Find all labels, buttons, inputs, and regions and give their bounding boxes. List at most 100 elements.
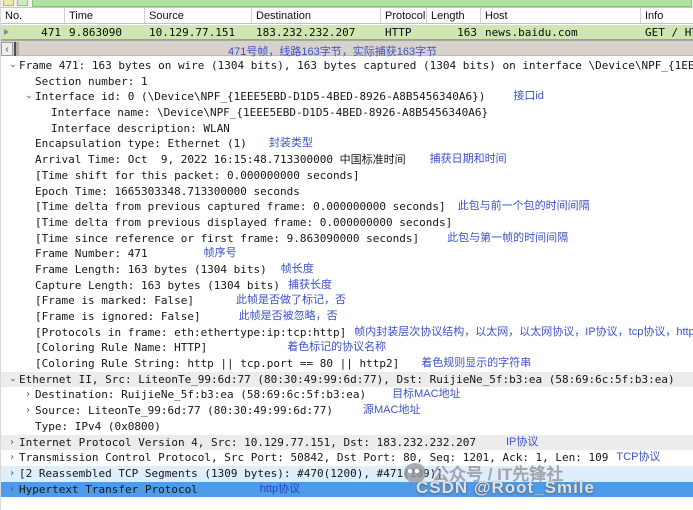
chinese-annotation: 此帧是否被忽略，否 <box>239 309 338 325</box>
filter-history-button[interactable] <box>17 0 28 6</box>
packet-cell-host: news.baidu.com <box>481 25 641 39</box>
detail-text: Destination: RuijieNe_5f:b3:ea (58:69:6c… <box>35 387 366 403</box>
detail-text: [Frame is marked: False] <box>35 293 194 309</box>
chevron-right-icon[interactable]: › <box>5 450 19 466</box>
packet-list-row-471[interactable]: 4719.86309010.129.77.151183.232.232.207H… <box>1 25 693 40</box>
selected-packet-marker-icon <box>4 29 9 35</box>
chinese-annotation: 接口id <box>513 89 544 105</box>
detail-row[interactable]: Arrival Time: Oct 9, 2022 16:15:48.71330… <box>1 152 693 168</box>
chevron-right-icon[interactable]: › <box>21 387 35 403</box>
detail-row[interactable]: Section number: 1 <box>1 74 693 90</box>
chinese-annotation: 封装类型 <box>269 136 313 152</box>
chevron-down-icon[interactable]: › <box>4 373 20 387</box>
scrollbar-thumb[interactable] <box>14 42 19 56</box>
chevron-down-icon[interactable]: › <box>20 90 36 104</box>
chevron-right-icon[interactable]: › <box>5 482 19 498</box>
detail-text: Ethernet II, Src: LiteonTe_99:6d:77 (80:… <box>19 372 675 388</box>
chevron-down-icon[interactable]: › <box>4 59 20 73</box>
detail-text: [Coloring Rule String: http || tcp.port … <box>35 356 399 372</box>
detail-text: Encapsulation type: Ethernet (1) <box>35 136 247 152</box>
packet-cell-no: 471 <box>1 25 65 39</box>
chinese-annotation: 此包与前一个包的时间间隔 <box>458 199 590 215</box>
detail-text: Hypertext Transfer Protocol <box>19 482 198 498</box>
detail-row[interactable]: [Coloring Rule String: http || tcp.port … <box>1 356 693 372</box>
packet-cell-length: 163 <box>427 25 481 39</box>
detail-row[interactable]: ›Interface id: 0 (\Device\NPF_{1EEE5EBD-… <box>1 89 693 105</box>
column-header-time[interactable]: Time <box>65 8 145 23</box>
detail-text: Frame 471: 163 bytes on wire (1304 bits)… <box>19 58 693 74</box>
chinese-annotation: 帧序号 <box>204 246 237 262</box>
filter-bookmark-button[interactable] <box>3 0 14 6</box>
display-filter-input[interactable] <box>32 0 692 7</box>
detail-text: [Frame is ignored: False] <box>35 309 201 325</box>
detail-row[interactable]: ›Hypertext Transfer Protocol http协议 <box>1 482 693 498</box>
detail-row[interactable]: Capture Length: 163 bytes (1304 bits)捕获长… <box>1 278 693 294</box>
chinese-annotation: 此包与第一帧的时间间隔 <box>447 231 568 247</box>
detail-row[interactable]: Encapsulation type: Ethernet (1) 封装类型 <box>1 136 693 152</box>
detail-row[interactable]: [Frame is ignored: False] 此帧是否被忽略，否 <box>1 309 693 325</box>
detail-row[interactable]: ›[2 Reassembled TCP Segments (1309 bytes… <box>1 466 693 482</box>
detail-row[interactable]: [Protocols in frame: eth:ethertype:ip:tc… <box>1 325 693 341</box>
detail-text: [Time delta from previous displayed fram… <box>35 215 452 231</box>
wireshark-window: No.TimeSourceDestinationProtocolLengthHo… <box>0 0 693 510</box>
detail-text: [Time since reference or first frame: 9.… <box>35 231 419 247</box>
column-header-no[interactable]: No. <box>1 8 65 23</box>
packet-cell-source: 10.129.77.151 <box>145 25 252 39</box>
chinese-annotation: 帧长度 <box>281 262 314 278</box>
chinese-annotation: 着色规则显示的字符串 <box>421 356 531 372</box>
scroll-left-button[interactable]: ‹ <box>1 42 13 56</box>
column-header-host[interactable]: Host <box>481 8 641 23</box>
detail-text: Epoch Time: 1665303348.713300000 seconds <box>35 184 300 200</box>
detail-row[interactable]: Epoch Time: 1665303348.713300000 seconds <box>1 184 693 200</box>
chevron-right-icon[interactable]: › <box>5 435 19 451</box>
detail-row[interactable]: Interface name: \Device\NPF_{1EEE5EBD-D1… <box>1 105 693 121</box>
chevron-right-icon[interactable]: › <box>21 403 35 419</box>
chinese-annotation: http协议 <box>260 482 300 498</box>
detail-text: [Protocols in frame: eth:ethertype:ip:tc… <box>35 325 346 341</box>
packet-cell-protocol: HTTP <box>381 25 427 39</box>
chinese-annotation: 着色标记的协议名称 <box>287 340 386 356</box>
detail-row[interactable]: ›Internet Protocol Version 4, Src: 10.12… <box>1 435 693 451</box>
detail-text: Section number: 1 <box>35 74 148 90</box>
detail-text: [Time delta from previous captured frame… <box>35 199 446 215</box>
chinese-annotation: IP协议 <box>506 435 538 451</box>
chinese-annotation: 目标MAC地址 <box>392 387 460 403</box>
column-header-length[interactable]: Length <box>427 8 481 23</box>
detail-row[interactable]: [Frame is marked: False]此帧是否做了标记，否 <box>1 293 693 309</box>
detail-row[interactable]: Type: IPv4 (0x0800) <box>1 419 693 435</box>
column-header-protocol[interactable]: Protocol <box>381 8 427 23</box>
detail-text: [Coloring Rule Name: HTTP] <box>35 340 207 356</box>
detail-text: Type: IPv4 (0x0800) <box>35 419 161 435</box>
detail-text: Frame Number: 471 <box>35 246 148 262</box>
detail-row[interactable]: ›Transmission Control Protocol, Src Port… <box>1 450 693 466</box>
detail-row[interactable]: Interface description: WLAN <box>1 121 693 137</box>
detail-text: [Time shift for this packet: 0.000000000… <box>35 168 360 184</box>
chinese-annotation: TCP协议 <box>616 450 660 466</box>
detail-text: Frame Length: 163 bytes (1304 bits) <box>35 262 267 278</box>
column-header-source[interactable]: Source <box>145 8 252 23</box>
chevron-right-icon[interactable]: › <box>5 466 19 482</box>
detail-row[interactable]: Frame Length: 163 bytes (1304 bits) 帧长度 <box>1 262 693 278</box>
detail-row[interactable]: ›Ethernet II, Src: LiteonTe_99:6d:77 (80… <box>1 372 693 388</box>
chinese-annotation: 帧内封装层次协议结构，以太网，以太网协议，IP协议，tcp协议，http协议 <box>354 325 693 341</box>
detail-row[interactable]: [Time since reference or first frame: 9.… <box>1 231 693 247</box>
packet-details-pane: ›Frame 471: 163 bytes on wire (1304 bits… <box>1 58 693 500</box>
chinese-annotation: 源MAC地址 <box>363 403 420 419</box>
chinese-annotation: 捕获日期和时间 <box>430 152 507 168</box>
detail-row[interactable]: Frame Number: 471 帧序号 <box>1 246 693 262</box>
detail-text: Interface id: 0 (\Device\NPF_{1EEE5EBD-D… <box>35 89 485 105</box>
detail-row[interactable]: ›Source: LiteonTe_99:6d:77 (80:30:49:99:… <box>1 403 693 419</box>
column-header-info[interactable]: Info <box>641 8 693 23</box>
detail-row[interactable]: [Time delta from previous captured frame… <box>1 199 693 215</box>
column-header-destination[interactable]: Destination <box>252 8 381 23</box>
detail-row[interactable]: [Time shift for this packet: 0.000000000… <box>1 168 693 184</box>
detail-row[interactable]: [Coloring Rule Name: HTTP] 着色标记的协议名称 <box>1 340 693 356</box>
detail-text: Source: LiteonTe_99:6d:77 (80:30:49:99:6… <box>35 403 333 419</box>
detail-text: Arrival Time: Oct 9, 2022 16:15:48.71330… <box>35 152 406 168</box>
detail-row[interactable]: ›Frame 471: 163 bytes on wire (1304 bits… <box>1 58 693 74</box>
packet-cell-info: GET / HTT <box>641 25 693 39</box>
packet-cell-destination: 183.232.232.207 <box>252 25 381 39</box>
detail-row[interactable]: ›Destination: RuijieNe_5f:b3:ea (58:69:6… <box>1 387 693 403</box>
detail-text: Internet Protocol Version 4, Src: 10.129… <box>19 435 476 451</box>
detail-row[interactable]: [Time delta from previous displayed fram… <box>1 215 693 231</box>
